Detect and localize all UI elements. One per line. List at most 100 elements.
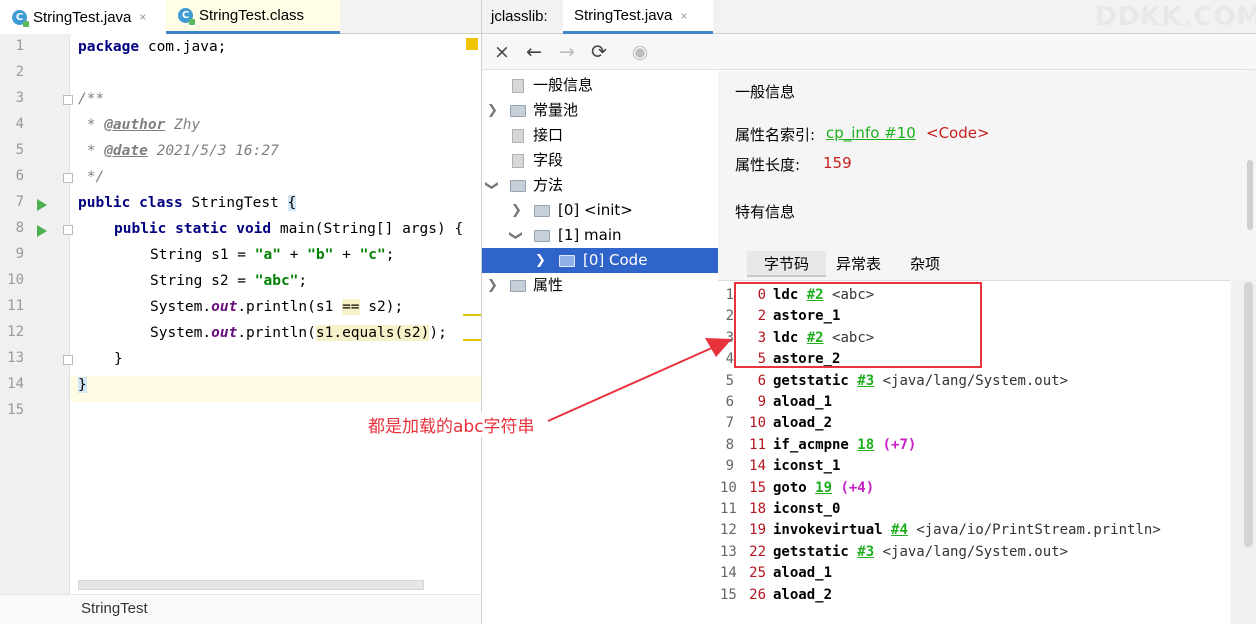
operand-link[interactable]: #3 bbox=[857, 373, 874, 389]
scroll-thumb[interactable] bbox=[1247, 160, 1253, 230]
opcode: aload_2 bbox=[773, 586, 833, 603]
operand-link[interactable]: 18 bbox=[857, 437, 874, 453]
chevron-right-icon[interactable]: ❯ bbox=[511, 198, 522, 223]
operand-link[interactable]: #4 bbox=[891, 522, 908, 538]
line-number: 11 bbox=[7, 298, 24, 314]
tree-item-label: [0] <init> bbox=[558, 201, 633, 219]
bytecode-offset: 19 bbox=[749, 522, 766, 539]
tree-item-label: 属性 bbox=[533, 276, 564, 294]
tree-item-label: 一般信息 bbox=[533, 76, 594, 94]
tree-item-general-info[interactable]: 一般信息 bbox=[482, 73, 718, 98]
warning-mark[interactable] bbox=[463, 314, 481, 316]
attribute-length-value: 159 bbox=[823, 154, 852, 172]
tree-item-methods[interactable]: ❯ 方法 bbox=[482, 173, 718, 198]
close-icon[interactable]: × bbox=[490, 40, 514, 64]
row-number: 7 bbox=[725, 415, 734, 432]
general-info-heading: 一般信息 bbox=[735, 83, 796, 101]
editor-pane: C StringTest.java × C StringTest.class 1… bbox=[0, 0, 481, 624]
warning-indicator-icon[interactable] bbox=[466, 38, 478, 50]
chevron-down-icon[interactable]: ❯ bbox=[482, 180, 504, 191]
breadcrumb-item[interactable]: StringTest bbox=[81, 600, 148, 617]
highlight-box bbox=[734, 282, 982, 368]
opcode: invokevirtual bbox=[773, 522, 883, 539]
warning-mark[interactable] bbox=[463, 339, 481, 341]
row-number: 15 bbox=[720, 586, 737, 603]
row-number: 6 bbox=[725, 394, 734, 410]
tree-item-label: 字段 bbox=[533, 151, 564, 169]
code-line: * @author Zhy bbox=[78, 117, 201, 133]
chevron-down-icon[interactable]: ❯ bbox=[503, 230, 528, 241]
horizontal-scrollbar[interactable] bbox=[78, 580, 424, 590]
line-number: 1 bbox=[15, 38, 24, 54]
tree-item-label: [1] main bbox=[558, 226, 622, 244]
row-number: 2 bbox=[725, 308, 734, 325]
code-line: package com.java; bbox=[78, 39, 227, 55]
cp-info-link[interactable]: cp_info #10 bbox=[826, 124, 916, 142]
tab-exception-table[interactable]: 异常表 bbox=[819, 251, 898, 277]
back-arrow-icon[interactable]: ← bbox=[522, 40, 546, 64]
run-class-icon[interactable] bbox=[37, 199, 47, 211]
opcode: if_acmpne bbox=[773, 436, 849, 453]
detail-scrollbar[interactable] bbox=[1244, 70, 1256, 250]
tree-item-method-init[interactable]: ❯ [0] <init> bbox=[482, 198, 718, 223]
scroll-thumb[interactable] bbox=[1244, 282, 1253, 547]
line-number: 2 bbox=[15, 64, 24, 80]
code-line: } bbox=[114, 351, 123, 367]
operand-link[interactable]: 19 bbox=[815, 480, 832, 496]
line-number: 4 bbox=[15, 116, 24, 132]
forward-arrow-icon[interactable]: → bbox=[555, 40, 579, 64]
opcode: goto bbox=[773, 479, 807, 496]
tree-item-interfaces[interactable]: 接口 bbox=[482, 123, 718, 148]
code-line: * @date 2021/5/3 16:27 bbox=[78, 143, 279, 159]
tab-stringtest-java-bytecode[interactable]: StringTest.java × bbox=[563, 0, 713, 34]
vertical-scrollbar[interactable] bbox=[1232, 280, 1256, 624]
tree-item-fields[interactable]: 字段 bbox=[482, 148, 718, 173]
row-number: 4 bbox=[725, 351, 734, 368]
row-number: 11 bbox=[720, 501, 737, 517]
chevron-right-icon[interactable]: ❯ bbox=[487, 98, 498, 123]
run-main-icon[interactable] bbox=[37, 225, 47, 237]
tab-misc[interactable]: 杂项 bbox=[893, 251, 957, 277]
tab-stringtest-class[interactable]: C StringTest.class bbox=[166, 0, 340, 34]
line-number: 6 bbox=[15, 168, 24, 184]
folder-icon bbox=[559, 255, 575, 267]
chevron-right-icon[interactable]: ❯ bbox=[535, 248, 546, 273]
line-number: 5 bbox=[15, 142, 24, 158]
chevron-right-icon[interactable]: ❯ bbox=[487, 273, 498, 298]
folder-icon bbox=[510, 105, 526, 117]
bytecode-offset: 6 bbox=[757, 372, 766, 389]
operand-comment: <java/io/PrintStream.println> bbox=[916, 522, 1161, 539]
bytecode-offset: 22 bbox=[749, 543, 766, 560]
tree-item-constant-pool[interactable]: ❯ 常量池 bbox=[482, 98, 718, 123]
breadcrumb: StringTest bbox=[0, 594, 481, 624]
tree-item-attributes[interactable]: ❯ 属性 bbox=[482, 273, 718, 298]
web-icon[interactable]: ◉ bbox=[628, 40, 652, 64]
tab-stringtest-java[interactable]: C StringTest.java × bbox=[0, 0, 166, 34]
line-number: 10 bbox=[7, 272, 24, 288]
close-icon[interactable]: × bbox=[680, 9, 687, 23]
opcode: aload_2 bbox=[773, 415, 833, 432]
operand-link[interactable]: #3 bbox=[857, 544, 874, 560]
line-number: 14 bbox=[7, 376, 24, 392]
code-line: System.out.println(s1 == s2); bbox=[150, 299, 404, 315]
tree-item-label: [0] Code bbox=[583, 251, 648, 269]
jump-offset: (+4) bbox=[840, 479, 875, 496]
tab-label: StringTest.java bbox=[33, 8, 132, 26]
line-number: 15 bbox=[7, 402, 24, 418]
editor-tab-bar: C StringTest.java × C StringTest.class bbox=[0, 0, 481, 34]
refresh-icon[interactable]: ⟳ bbox=[587, 40, 611, 64]
opcode: aload_1 bbox=[773, 565, 833, 582]
folder-icon bbox=[534, 205, 550, 217]
bytecode-offset: 26 bbox=[749, 586, 766, 603]
watermark: DDKK.COM bbox=[1095, 2, 1256, 32]
close-icon[interactable]: × bbox=[139, 10, 146, 24]
opcode: aload_1 bbox=[773, 394, 833, 410]
bytecode-offset: 11 bbox=[749, 436, 766, 453]
code-editor[interactable]: package com.java; /** * @author Zhy * @d… bbox=[71, 34, 481, 594]
jump-offset: (+7) bbox=[882, 436, 917, 453]
tab-bytecode[interactable]: 字节码 bbox=[747, 251, 827, 277]
tree-item-method-main[interactable]: ❯ [1] main bbox=[482, 223, 718, 248]
tree-item-code[interactable]: ❯ [0] Code bbox=[482, 248, 718, 273]
row-number: 14 bbox=[720, 565, 737, 582]
annotation-label: 都是加载的abc字符串 bbox=[366, 412, 537, 437]
